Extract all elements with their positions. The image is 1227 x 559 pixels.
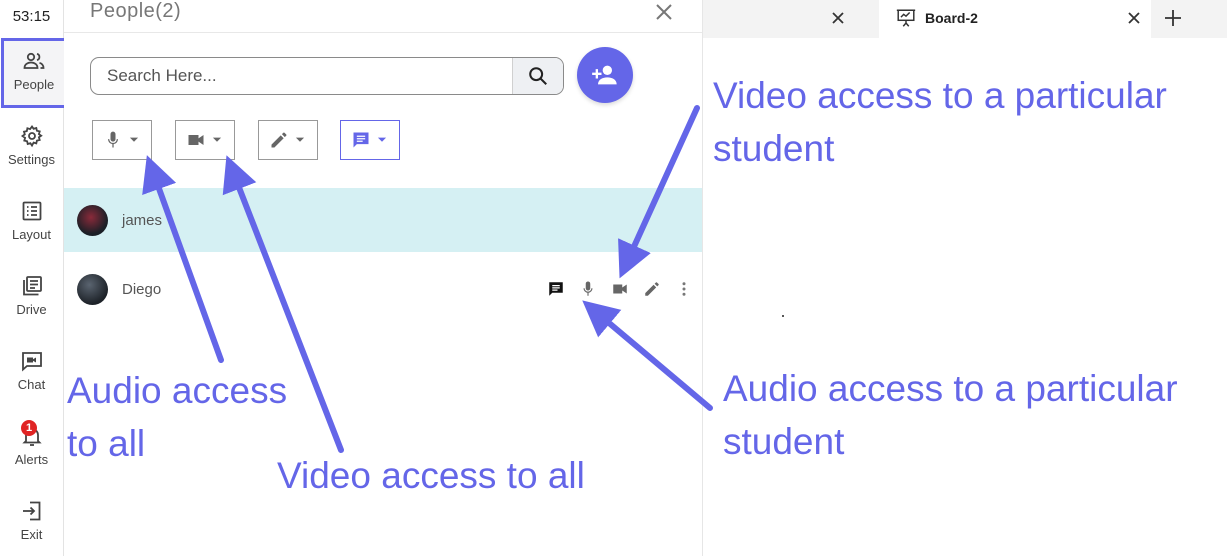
exit-icon bbox=[22, 501, 40, 521]
tab-label: Board-2 bbox=[925, 10, 978, 26]
mic-icon bbox=[583, 281, 593, 296]
nav-people[interactable]: People bbox=[1, 38, 67, 108]
chevron-down-icon bbox=[212, 137, 222, 142]
nav-alerts[interactable]: 1 Alerts bbox=[0, 416, 63, 484]
nav-drive[interactable]: Drive bbox=[0, 266, 63, 334]
add-tab-icon[interactable] bbox=[1161, 6, 1185, 30]
panel-divider bbox=[64, 32, 702, 33]
nav-chat[interactable]: Chat bbox=[0, 341, 63, 409]
audio-all-control[interactable] bbox=[92, 120, 152, 160]
chat-icon bbox=[549, 282, 563, 296]
gear-icon bbox=[20, 124, 43, 148]
participant-actions bbox=[540, 277, 700, 301]
nav-chat-label: Chat bbox=[17, 377, 46, 392]
annotation-audio-particular: Audio access to a particular student bbox=[723, 362, 1178, 468]
annotation-line: Audio access to a particular bbox=[723, 368, 1178, 409]
close-icon[interactable] bbox=[652, 0, 676, 24]
chat-all-control[interactable] bbox=[340, 120, 400, 160]
participant-row[interactable]: Diego bbox=[64, 257, 702, 321]
presentation-board-icon bbox=[896, 9, 916, 27]
participant-mic-button[interactable] bbox=[572, 277, 604, 301]
nav-alerts-label: Alerts bbox=[14, 452, 49, 467]
participant-name: james bbox=[122, 212, 163, 229]
draw-all-control[interactable] bbox=[258, 120, 318, 160]
nav-settings[interactable]: Settings bbox=[0, 116, 63, 184]
more-options-button[interactable] bbox=[668, 277, 700, 301]
nav-exit[interactable]: Exit bbox=[0, 491, 63, 559]
close-tab-icon[interactable] bbox=[1122, 6, 1146, 30]
annotation-video-particular: Video access to a particular student bbox=[713, 69, 1167, 175]
participant-draw-button[interactable] bbox=[636, 277, 668, 301]
annotation-line: Video access to all bbox=[277, 455, 585, 496]
pencil-icon bbox=[271, 132, 287, 148]
participant-name: Diego bbox=[122, 281, 162, 298]
drive-library-icon bbox=[22, 276, 42, 296]
people-icon bbox=[23, 52, 45, 69]
chat-icon bbox=[353, 132, 369, 148]
left-nav-rail: 53:15 People Settings Layout Drive Chat … bbox=[0, 0, 67, 559]
video-camera-icon bbox=[188, 135, 204, 145]
session-timer: 53:15 bbox=[12, 8, 51, 25]
chevron-down-icon bbox=[295, 137, 305, 142]
mic-icon bbox=[108, 131, 118, 148]
annotation-line: student bbox=[713, 128, 835, 169]
chevron-down-icon bbox=[129, 137, 139, 142]
video-camera-icon bbox=[613, 284, 627, 294]
layout-list-icon bbox=[22, 201, 41, 221]
participant-video-button[interactable] bbox=[604, 277, 636, 301]
add-person-icon bbox=[592, 65, 617, 85]
alerts-badge: 1 bbox=[21, 420, 37, 436]
video-all-control[interactable] bbox=[175, 120, 235, 160]
avatar bbox=[77, 274, 108, 305]
nav-layout[interactable]: Layout bbox=[0, 191, 63, 259]
more-vertical-icon bbox=[682, 282, 686, 296]
annotation-line: to all bbox=[67, 423, 146, 464]
participant-chat-button[interactable] bbox=[540, 277, 572, 301]
search-icon bbox=[529, 67, 547, 85]
avatar bbox=[77, 205, 108, 236]
participant-row[interactable]: james bbox=[64, 188, 702, 252]
add-participant-button[interactable] bbox=[577, 47, 633, 103]
tab-board-2[interactable]: Board-2 bbox=[879, 0, 1151, 38]
board-tab-bar: Board-2 bbox=[703, 0, 1227, 38]
chevron-down-icon bbox=[377, 137, 387, 142]
panel-title: People(2) bbox=[90, 0, 182, 22]
search-button[interactable] bbox=[512, 58, 563, 94]
annotation-line: Video access to a particular bbox=[713, 75, 1167, 116]
nav-drive-label: Drive bbox=[16, 302, 47, 317]
annotation-line: Audio access bbox=[67, 370, 288, 411]
close-tab-icon[interactable] bbox=[826, 6, 850, 30]
annotation-line: student bbox=[723, 421, 845, 462]
nav-people-label: People bbox=[13, 77, 55, 92]
nav-settings-label: Settings bbox=[8, 152, 55, 167]
search-box bbox=[90, 57, 564, 95]
chat-video-icon bbox=[21, 352, 42, 372]
annotation-video-all: Video access to all bbox=[277, 449, 585, 502]
pencil-icon bbox=[645, 282, 659, 296]
annotation-audio-all: Audio access to all bbox=[67, 364, 287, 470]
board-dot bbox=[782, 315, 784, 317]
nav-layout-label: Layout bbox=[11, 227, 52, 242]
nav-exit-label: Exit bbox=[20, 527, 43, 542]
search-input[interactable] bbox=[91, 58, 543, 94]
